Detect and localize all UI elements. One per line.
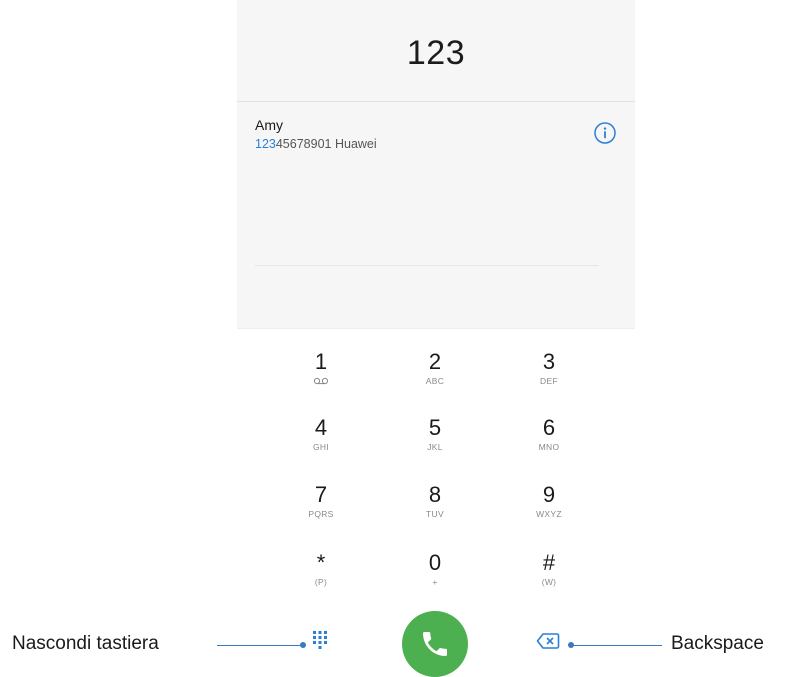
key-letters: MNO [538,442,560,452]
dialed-number-display[interactable]: 123 [237,34,635,73]
annotation-line [217,645,305,646]
key-digit: 3 [542,349,556,374]
backspace-icon[interactable] [536,632,560,650]
key-letters: GHI [312,442,329,452]
contact-carrier: Huawei [334,137,377,151]
phone-icon [423,632,447,656]
key-6[interactable]: 6 MNO [504,415,594,475]
key-digit: 4 [314,415,328,440]
key-digit: 2 [428,349,442,374]
key-digit: 9 [542,482,556,507]
key-digit: 0 [428,550,442,575]
key-letters: + [432,577,438,587]
key-hash[interactable]: # (W) [504,550,594,610]
key-letters: (W) [541,577,557,587]
key-letters: ABC [425,376,445,386]
key-0[interactable]: 0 + [390,550,480,610]
annotation-dot [300,642,306,648]
contact-number-rest: 45678901 [275,137,332,151]
key-9[interactable]: 9 WXYZ [504,482,594,542]
contact-name: Amy [255,117,283,133]
key-3[interactable]: 3 DEF [504,349,594,409]
key-8[interactable]: 8 TUV [390,482,480,542]
key-letters: (P) [314,577,328,587]
key-letters: DEF [540,376,558,386]
dialer-top-panel: 123 Amy 12345678901 Huawei [237,0,635,328]
key-2[interactable]: 2 ABC [390,349,480,409]
contact-number-match: 123 [255,137,276,151]
dialpad-grid-icon[interactable] [308,628,332,652]
key-1[interactable]: 1 [276,349,366,409]
key-digit: * [316,550,326,575]
annotation-label-hide-keypad: Nascondi tastiera [12,633,159,654]
call-button[interactable] [402,611,468,677]
key-letters: TUV [426,509,444,519]
voicemail-icon [313,377,329,385]
key-7[interactable]: 7 PQRS [276,482,366,542]
key-5[interactable]: 5 JKL [390,415,480,475]
annotation-line [572,645,662,646]
key-digit: # [542,550,556,575]
info-icon[interactable] [593,121,617,145]
divider [237,328,635,329]
divider [255,265,599,266]
contact-number-line: 12345678901 Huawei [255,137,377,151]
annotation-label-backspace: Backspace [671,633,764,654]
key-4[interactable]: 4 GHI [276,415,366,475]
key-digit: 5 [428,415,442,440]
key-digit: 1 [314,349,328,374]
key-digit: 6 [542,415,556,440]
contact-suggestion-row[interactable]: Amy 12345678901 Huawei [237,102,635,266]
key-letters: JKL [427,442,443,452]
key-digit: 8 [428,482,442,507]
key-star[interactable]: * (P) [276,550,366,610]
key-letters: WXYZ [536,509,562,519]
key-digit: 7 [314,482,328,507]
key-letters: PQRS [308,509,334,519]
